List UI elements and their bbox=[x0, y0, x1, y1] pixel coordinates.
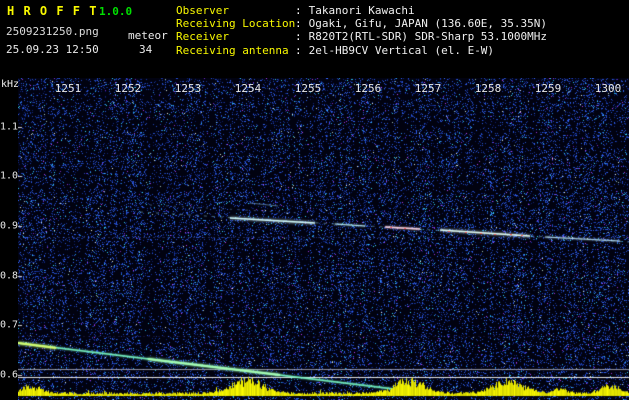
info-label: Observer bbox=[176, 4, 229, 17]
time-tick-label: 1251 bbox=[54, 82, 82, 95]
app-title: H R O F F T bbox=[7, 4, 98, 18]
info-label: Receiving antenna bbox=[176, 43, 289, 57]
time-tick-label: 1259 bbox=[534, 82, 562, 95]
info-value: Takanori Kawachi bbox=[308, 4, 415, 17]
app-version: 1.0.0 bbox=[99, 5, 133, 18]
colon: : bbox=[295, 30, 302, 44]
freq-tick-label: 1.1 bbox=[0, 121, 19, 133]
hrofft-window: H R O F F T 1.0.0 2509231250.png meteor … bbox=[0, 0, 629, 400]
colon: : bbox=[295, 17, 302, 31]
timestamp: 25.09.23 12:50 bbox=[6, 43, 99, 56]
time-tick-label: 1255 bbox=[294, 82, 322, 95]
info-label: Receiving Location bbox=[176, 17, 296, 31]
time-tick-label: 1253 bbox=[174, 82, 202, 95]
mode-label: meteor bbox=[128, 29, 168, 42]
colon: : bbox=[295, 43, 302, 57]
info-value: R820T2(RTL-SDR) SDR-Sharp 53.1000MHz bbox=[308, 30, 548, 44]
time-tick-label: 1258 bbox=[474, 82, 502, 95]
info-value: 2el-HB9CV Vertical (el. E-W) bbox=[308, 43, 495, 57]
time-tick-label: 1257 bbox=[414, 82, 442, 95]
spectrogram-canvas bbox=[18, 78, 629, 400]
time-tick-label: 1254 bbox=[234, 82, 262, 95]
freq-unit-label: kHz bbox=[1, 79, 20, 90]
freq-tick-label: 0.9 bbox=[0, 220, 19, 232]
info-row-location: Receiving Location: Ogaki, Gifu, JAPAN (1… bbox=[176, 17, 547, 30]
freq-tick-label: 0.8 bbox=[0, 270, 19, 282]
info-value: Ogaki, Gifu, JAPAN (136.60E, 35.35N) bbox=[308, 17, 548, 31]
time-tick-label: 1300 bbox=[594, 82, 622, 95]
echo-count: 34 bbox=[139, 43, 153, 56]
freq-tick-label: 0.7 bbox=[0, 319, 19, 331]
info-row-receiver: Receiver: R820T2(RTL-SDR) SDR-Sharp 53.10… bbox=[176, 30, 547, 43]
freq-tick-label: 0.6 bbox=[0, 369, 19, 381]
colon: : bbox=[295, 4, 302, 17]
info-row-observer: Observer: Takanori Kawachi bbox=[176, 4, 547, 17]
freq-tick-label: 1.0 bbox=[0, 170, 19, 182]
time-tick-label: 1256 bbox=[354, 82, 382, 95]
info-label: Receiver bbox=[176, 30, 229, 44]
time-tick-label: 1252 bbox=[114, 82, 142, 95]
observer-info-block: Observer: Takanori Kawachi Receiving Loca… bbox=[176, 4, 547, 57]
output-filename: 2509231250.png bbox=[6, 25, 99, 38]
info-row-antenna: Receiving antenna:2el-HB9CV Vertical (el… bbox=[176, 44, 547, 57]
